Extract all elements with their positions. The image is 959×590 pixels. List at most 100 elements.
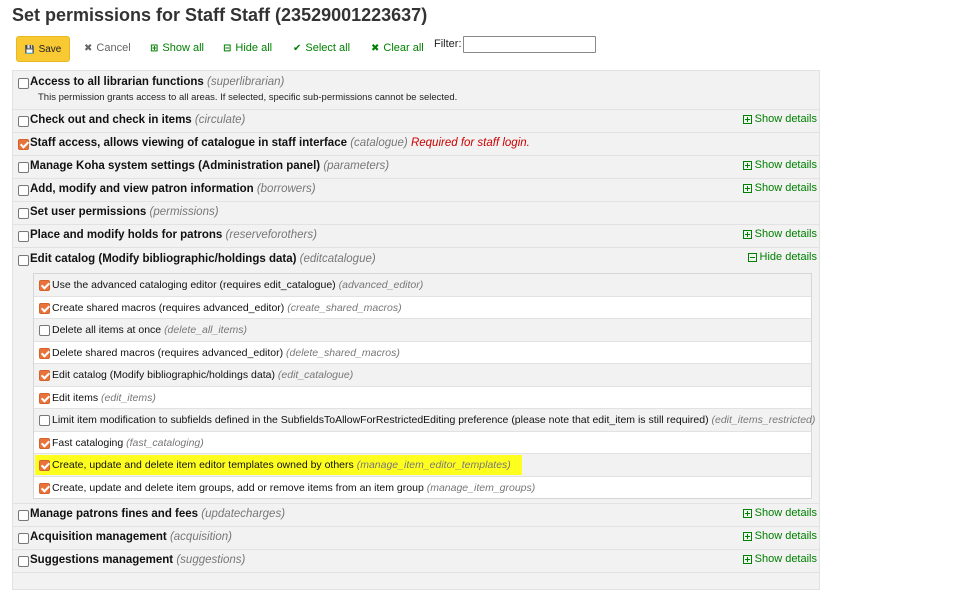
- sub-permission-checkbox[interactable]: [39, 370, 50, 381]
- check-icon: ✔: [293, 42, 302, 54]
- permission-label: Place and modify holds for patrons (rese…: [30, 229, 317, 241]
- permission-label: Check out and check in items (circulate): [30, 114, 246, 126]
- sub-permission-row: Edit items (edit_items): [34, 387, 811, 409]
- permission-label: Suggestions management (suggestions): [30, 554, 246, 566]
- sub-permission-checkbox[interactable]: [39, 347, 50, 359]
- sub-permission-label: Fast cataloging (fast_cataloging): [52, 436, 204, 449]
- show-all-button[interactable]: ⊞ Show all: [150, 42, 204, 54]
- sub-permission-label: Limit item modification to subfields def…: [52, 414, 816, 426]
- permission-checkbox[interactable]: [18, 255, 29, 266]
- sub-permissions-list: Use the advanced cataloging editor (requ…: [33, 273, 815, 500]
- permission-row-borrowers: Add, modify and view patron information …: [13, 179, 819, 202]
- select-all-button[interactable]: ✔ Select all: [293, 42, 350, 54]
- sub-permission-checkbox[interactable]: [39, 415, 50, 426]
- sub-permission-row: Delete shared macros (requires advanced_…: [34, 342, 811, 364]
- permission-label: Add, modify and view patron information …: [30, 183, 316, 195]
- sub-permission-row: Limit item modification to subfields def…: [34, 409, 815, 432]
- cancel-button[interactable]: ✖ Cancel: [84, 42, 131, 54]
- expand-icon: [742, 160, 752, 170]
- select-all-label: Select all: [305, 42, 351, 54]
- sub-permission-label: Delete all items at once (delete_all_ite…: [52, 324, 247, 336]
- hide-all-label: Hide all: [235, 42, 273, 54]
- expand-icon: [742, 114, 752, 124]
- sub-permission-checkbox[interactable]: [39, 325, 50, 336]
- sub-permission-checkbox[interactable]: [39, 302, 50, 314]
- sub-permission-row: Use the advanced cataloging editor (requ…: [34, 274, 811, 297]
- permission-checkbox[interactable]: [18, 162, 29, 173]
- permission-row-superlibrarian: Access to all librarian functions (super…: [13, 71, 819, 110]
- sub-permission-checkbox[interactable]: [39, 437, 50, 449]
- show-details-link[interactable]: Show details: [742, 113, 817, 125]
- sub-permission-row: Create, update and delete item groups, a…: [34, 477, 811, 500]
- permission-row-parameters: Manage Koha system settings (Administrat…: [13, 156, 819, 179]
- permission-row-permissions: Set user permissions (permissions): [13, 202, 819, 225]
- clear-all-label: Clear all: [383, 42, 424, 54]
- sub-permission-label: Delete shared macros (requires advanced_…: [52, 346, 400, 359]
- filter-label: Filter:: [434, 38, 462, 50]
- permission-row-circulate: Check out and check in items (circulate)…: [13, 110, 819, 133]
- permission-label: Staff access, allows viewing of catalogu…: [30, 137, 530, 149]
- show-all-label: Show all: [162, 42, 204, 54]
- show-details-link[interactable]: Show details: [742, 228, 817, 240]
- permission-row-suggestions: Suggestions management (suggestions) Sho…: [13, 550, 819, 573]
- sub-permission-checkbox[interactable]: [39, 392, 50, 404]
- permission-checkbox[interactable]: [18, 208, 29, 219]
- permission-checkbox[interactable]: [18, 556, 29, 567]
- sub-permission-label: Edit catalog (Modify bibliographic/holdi…: [52, 369, 354, 381]
- sub-permission-checkbox[interactable]: [39, 482, 50, 494]
- permission-checkbox[interactable]: [18, 533, 29, 544]
- hide-details-link[interactable]: Hide details: [747, 251, 817, 263]
- save-icon: 💾: [24, 44, 35, 54]
- permission-row-acquisition: Acquisition management (acquisition) Sho…: [13, 527, 819, 550]
- permission-row-catalogue: Staff access, allows viewing of catalogu…: [13, 133, 819, 156]
- expand-icon: [742, 508, 752, 518]
- expand-icon: [742, 531, 752, 541]
- expand-icon: [742, 554, 752, 564]
- hide-all-button[interactable]: ⊟ Hide all: [223, 42, 272, 54]
- sub-permission-row: Delete all items at once (delete_all_ite…: [34, 319, 811, 342]
- sub-permission-row: Edit catalog (Modify bibliographic/holdi…: [34, 364, 811, 387]
- permission-label: Manage Koha system settings (Administrat…: [30, 160, 390, 172]
- filter-input[interactable]: [463, 36, 596, 53]
- permission-label: Access to all librarian functions (super…: [30, 76, 285, 88]
- save-label: Save: [38, 43, 62, 55]
- toolbar: 💾 Save ✖ Cancel ⊞ Show all ⊟ Hide all ✔ …: [16, 36, 616, 62]
- permission-label: Edit catalog (Modify bibliographic/holdi…: [30, 253, 376, 265]
- clear-icon: ✖: [371, 42, 380, 54]
- sub-permission-row-highlighted: Create, update and delete item editor te…: [34, 454, 811, 477]
- clear-all-button[interactable]: ✖ Clear all: [371, 42, 424, 54]
- permission-checkbox[interactable]: [18, 78, 29, 89]
- permissions-list: Access to all librarian functions (super…: [12, 70, 820, 590]
- permission-label: Manage patrons fines and fees (updatecha…: [30, 508, 286, 520]
- sub-permission-label: Use the advanced cataloging editor (requ…: [52, 279, 424, 291]
- permission-row-reserveforothers: Place and modify holds for patrons (rese…: [13, 225, 819, 248]
- close-icon: ✖: [84, 42, 93, 54]
- sub-permission-row: Create shared macros (requires advanced_…: [34, 297, 811, 319]
- collapse-icon: ⊟: [223, 42, 232, 54]
- sub-permission-label: Create, update and delete item editor te…: [52, 459, 511, 471]
- required-note: Required for staff login.: [410, 137, 530, 149]
- sub-permission-checkbox[interactable]: [39, 460, 50, 471]
- show-details-link[interactable]: Show details: [742, 507, 817, 519]
- permission-checkbox[interactable]: [18, 510, 29, 521]
- permission-checkbox[interactable]: [18, 185, 29, 196]
- sub-permission-row: Fast cataloging (fast_cataloging): [34, 432, 811, 454]
- sub-permission-label: Create, update and delete item groups, a…: [52, 481, 536, 494]
- permission-checkbox[interactable]: [18, 139, 29, 150]
- show-details-link[interactable]: Show details: [742, 530, 817, 542]
- permission-description: This permission grants access to all are…: [38, 92, 458, 103]
- page-title: Set permissions for Staff Staff (2352900…: [12, 5, 428, 25]
- permission-checkbox[interactable]: [18, 116, 29, 127]
- permission-checkbox[interactable]: [18, 231, 29, 242]
- permission-label: Acquisition management (acquisition): [30, 531, 232, 543]
- expand-icon: ⊞: [150, 42, 159, 54]
- show-details-link[interactable]: Show details: [742, 182, 817, 194]
- save-button[interactable]: 💾 Save: [16, 36, 70, 62]
- show-details-link[interactable]: Show details: [742, 553, 817, 565]
- sub-permission-checkbox[interactable]: [39, 280, 50, 291]
- expand-icon: [742, 183, 752, 193]
- sub-permission-label: Edit items (edit_items): [52, 391, 156, 404]
- show-details-link[interactable]: Show details: [742, 159, 817, 171]
- expand-icon: [742, 229, 752, 239]
- permission-row-updatecharges: Manage patrons fines and fees (updatecha…: [13, 504, 819, 527]
